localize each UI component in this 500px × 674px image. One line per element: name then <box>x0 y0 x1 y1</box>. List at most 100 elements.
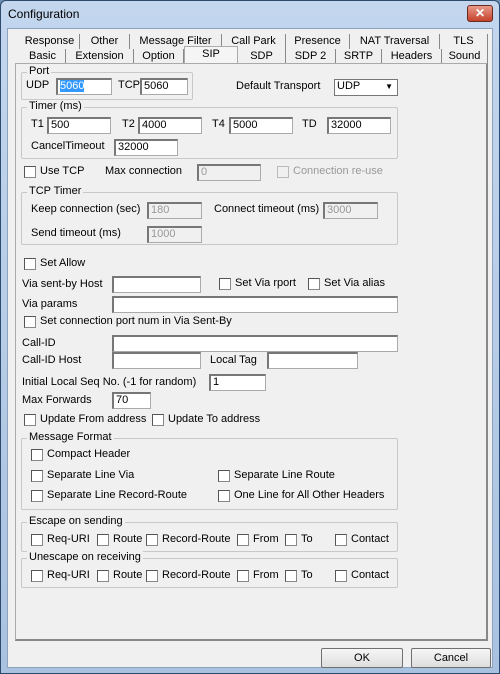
send-timeout-label: Send timeout (ms) <box>31 227 121 239</box>
t2-label: T2 <box>122 118 135 130</box>
tab-headers[interactable]: Headers <box>382 49 442 64</box>
tab-other[interactable]: Other <box>80 34 130 49</box>
call-id-input[interactable] <box>112 335 398 352</box>
td-input[interactable]: 32000 <box>327 117 391 134</box>
escape-req-uri-checkbox[interactable] <box>31 534 43 546</box>
call-id-label: Call-ID <box>22 337 56 349</box>
conn-port-checkbox[interactable] <box>24 316 36 328</box>
tab-basic[interactable]: Basic <box>20 49 66 64</box>
update-from-label: Update From address <box>40 413 147 425</box>
escape-from-checkbox[interactable] <box>237 534 249 546</box>
via-host-label: Via sent-by Host <box>22 278 103 290</box>
tab-extension[interactable]: Extension <box>66 49 134 64</box>
close-button[interactable]: ✕ <box>467 5 493 22</box>
escape-record-route-checkbox[interactable] <box>146 534 158 546</box>
tab-response[interactable]: Response <box>20 34 80 49</box>
call-id-host-input[interactable] <box>112 352 201 369</box>
one-line-other-headers-label: One Line for All Other Headers <box>234 489 385 501</box>
udp-label: UDP <box>26 79 50 91</box>
seq-input[interactable]: 1 <box>209 374 266 391</box>
update-to-checkbox[interactable] <box>152 414 164 426</box>
escape-to-checkbox[interactable] <box>285 534 297 546</box>
escape-from-label: From <box>253 533 279 545</box>
separate-line-record-route-label: Separate Line Record-Route <box>47 489 188 501</box>
escape-group-label: Escape on sending <box>27 515 125 527</box>
local-tag-input[interactable] <box>267 352 358 369</box>
tab-sdp-2[interactable]: SDP 2 <box>286 49 336 64</box>
separate-line-route-checkbox[interactable] <box>218 470 230 482</box>
via-host-input[interactable] <box>112 276 201 293</box>
one-line-other-headers-checkbox[interactable] <box>218 490 230 502</box>
call-id-host-label: Call-ID Host <box>22 354 82 366</box>
tab-presence[interactable]: Presence <box>286 34 350 49</box>
separate-line-record-route-checkbox[interactable] <box>31 490 43 502</box>
unescape-from-checkbox[interactable] <box>237 570 249 582</box>
ok-button[interactable]: OK <box>321 648 403 668</box>
keep-connection-label: Keep connection (sec) <box>31 203 141 215</box>
unescape-route-checkbox[interactable] <box>97 570 109 582</box>
escape-record-route-label: Record-Route <box>162 533 231 545</box>
port-group-label: Port <box>27 65 52 77</box>
set-via-alias-label: Set Via alias <box>324 277 385 289</box>
default-transport-label: Default Transport <box>236 80 321 92</box>
close-icon: ✕ <box>474 6 486 20</box>
connection-reuse-label: Connection re-use <box>293 165 383 177</box>
local-tag-label: Local Tag <box>210 354 257 366</box>
unescape-to-checkbox[interactable] <box>285 570 297 582</box>
set-via-alias-checkbox[interactable] <box>308 278 320 290</box>
max-forwards-label: Max Forwards <box>22 394 92 406</box>
escape-route-label: Route <box>113 533 143 545</box>
tab-sdp[interactable]: SDP <box>238 49 286 64</box>
cancel-timeout-input[interactable]: 32000 <box>114 139 178 156</box>
t1-label: T1 <box>31 118 44 130</box>
set-allow-checkbox[interactable] <box>24 258 36 270</box>
unescape-req-uri-checkbox[interactable] <box>31 570 43 582</box>
via-params-input[interactable] <box>112 296 398 313</box>
escape-contact-checkbox[interactable] <box>335 534 347 546</box>
tab-tls[interactable]: TLS <box>440 34 488 49</box>
window-title: Configuration <box>8 7 80 21</box>
connection-reuse-checkbox[interactable] <box>277 166 289 178</box>
unescape-record-route-checkbox[interactable] <box>146 570 158 582</box>
escape-route-checkbox[interactable] <box>97 534 109 546</box>
unescape-req-uri-label: Req-URI <box>47 569 90 581</box>
use-tcp-checkbox[interactable] <box>24 166 36 178</box>
max-forwards-input[interactable]: 70 <box>112 392 151 409</box>
escape-to-label: To <box>301 533 313 545</box>
compact-header-checkbox[interactable] <box>31 449 43 461</box>
send-timeout-input[interactable]: 1000 <box>147 226 202 243</box>
cancel-button[interactable]: Cancel <box>411 648 491 668</box>
escape-contact-label: Contact <box>351 533 389 545</box>
tcp-timer-group-label: TCP Timer <box>27 185 84 197</box>
t1-input[interactable]: 500 <box>47 117 111 134</box>
tab-nat-traversal[interactable]: NAT Traversal <box>350 34 440 49</box>
tab-sound[interactable]: Sound <box>442 49 488 64</box>
connect-timeout-input[interactable]: 3000 <box>323 202 378 219</box>
unescape-from-label: From <box>253 569 279 581</box>
message-format-label: Message Format <box>27 431 114 443</box>
set-via-rport-checkbox[interactable] <box>219 278 231 290</box>
transport-value: UDP <box>337 80 361 92</box>
tab-option[interactable]: Option <box>134 49 184 64</box>
udp-port-value: 5060 <box>60 80 85 92</box>
update-from-checkbox[interactable] <box>24 414 36 426</box>
set-allow-label: Set Allow <box>40 257 86 269</box>
default-transport-select[interactable]: UDP ▼ <box>334 79 398 96</box>
conn-port-label: Set connection port num in Via Sent-By <box>40 315 232 327</box>
separate-line-via-checkbox[interactable] <box>31 470 43 482</box>
dialog-client: Response Other Message Filter Call Park … <box>7 28 493 668</box>
separate-line-route-label: Separate Line Route <box>234 469 335 481</box>
tab-srtp[interactable]: SRTP <box>336 49 382 64</box>
keep-connection-input[interactable]: 180 <box>147 202 202 219</box>
tab-sip[interactable]: SIP <box>184 46 238 63</box>
udp-port-input[interactable]: 5060 <box>56 78 112 95</box>
configuration-window: Configuration ✕ Response Other Message F… <box>0 0 500 674</box>
td-label: TD <box>302 118 317 130</box>
seq-label: Initial Local Seq No. (-1 for random) <box>22 376 197 388</box>
t2-input[interactable]: 4000 <box>138 117 202 134</box>
max-connection-input[interactable]: 0 <box>197 164 261 181</box>
unescape-contact-checkbox[interactable] <box>335 570 347 582</box>
cancel-timeout-label: CancelTimeout <box>31 140 105 152</box>
t4-input[interactable]: 5000 <box>229 117 293 134</box>
tcp-port-input[interactable]: 5060 <box>140 78 188 95</box>
